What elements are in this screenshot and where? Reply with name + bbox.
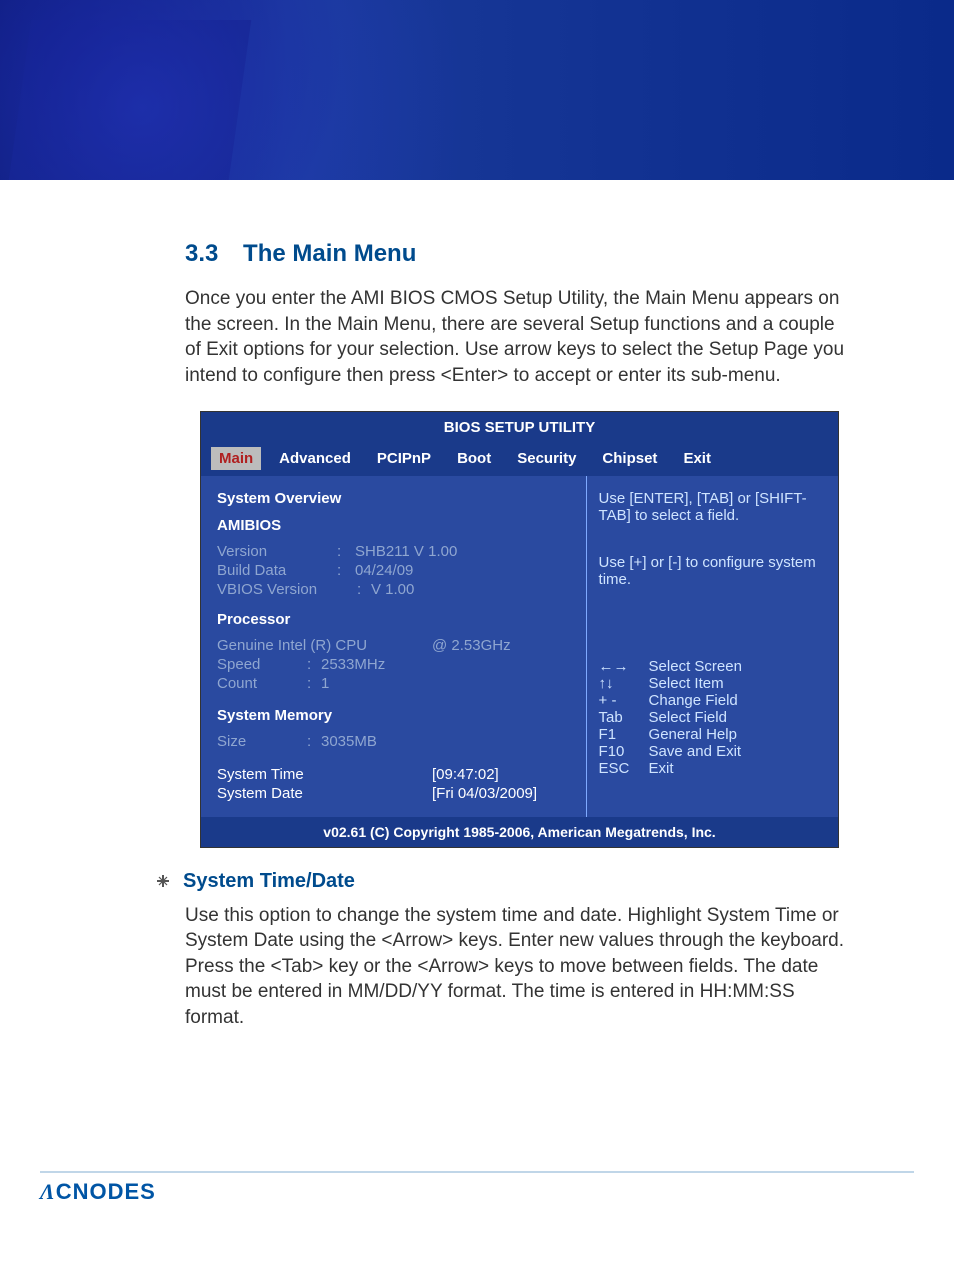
banner-decor <box>9 20 251 180</box>
nav-key-f1: F1 <box>599 726 649 743</box>
tab-chipset[interactable]: Chipset <box>594 447 665 470</box>
nav-lbl-save-exit: Save and Exit <box>649 743 742 760</box>
nav-key-plusminus: + - <box>599 692 649 709</box>
nav-lbl-change-field: Change Field <box>649 692 738 709</box>
speed-value: 2533MHz <box>321 656 570 673</box>
section-number: 3.3 <box>185 240 218 267</box>
version-label: Version <box>217 543 337 560</box>
nav-lbl-exit: Exit <box>649 760 674 777</box>
processor-label: Processor <box>217 611 570 628</box>
bullet-icon <box>155 873 171 889</box>
nav-key-f10: F10 <box>599 743 649 760</box>
sep: : <box>307 675 321 692</box>
system-time-label[interactable]: System Time <box>217 766 432 783</box>
footer-rule <box>40 1171 914 1173</box>
cross-icon <box>156 874 170 888</box>
cpu-freq: @ 2.53GHz <box>432 637 511 654</box>
tab-advanced[interactable]: Advanced <box>271 447 359 470</box>
page-footer: ΛCNODES <box>0 1171 954 1265</box>
subheading-row: System Time/Date <box>155 870 854 893</box>
build-data-value: 04/24/09 <box>355 562 570 579</box>
nav-lbl-select-screen: Select Screen <box>649 658 742 675</box>
help-text-1: Use [ENTER], [TAB] or [SHIFT-TAB] to sel… <box>599 490 826 524</box>
bios-footer: v02.61 (C) Copyright 1985-2006, American… <box>201 817 838 847</box>
amibios-label: AMIBIOS <box>217 517 570 534</box>
bios-screenshot: BIOS SETUP UTILITY Main Advanced PCIPnP … <box>200 411 839 848</box>
sep: : <box>357 581 371 598</box>
system-time-value[interactable]: [09:47:02] <box>432 766 499 783</box>
bios-right-panel: Use [ENTER], [TAB] or [SHIFT-TAB] to sel… <box>587 476 838 817</box>
sep: : <box>337 562 355 579</box>
system-date-value[interactable]: [Fri 04/03/2009] <box>432 785 537 802</box>
vbios-value: V 1.00 <box>371 581 570 598</box>
nav-help: ←→Select Screen ↑↓Select Item + -Change … <box>599 658 826 777</box>
nav-key-esc: ESC <box>599 760 649 777</box>
sep: : <box>307 656 321 673</box>
brand-text: CNODES <box>56 1179 156 1204</box>
brand-logo: ΛCNODES <box>40 1179 914 1205</box>
nav-lbl-general-help: General Help <box>649 726 737 743</box>
size-value: 3035MB <box>321 733 570 750</box>
nav-key-arrows-lr: ←→ <box>599 658 649 675</box>
nav-key-tab: Tab <box>599 709 649 726</box>
brand-lambda-icon: Λ <box>40 1179 56 1204</box>
header-banner <box>0 0 954 180</box>
count-label: Count <box>217 675 307 692</box>
bios-left-panel: System Overview AMIBIOS Version : SHB211… <box>201 476 587 817</box>
bios-title: BIOS SETUP UTILITY <box>201 412 838 443</box>
count-value: 1 <box>321 675 570 692</box>
nav-lbl-select-item: Select Item <box>649 675 724 692</box>
nav-lbl-select-field: Select Field <box>649 709 727 726</box>
vbios-label: VBIOS Version <box>217 581 357 598</box>
speed-label: Speed <box>217 656 307 673</box>
nav-key-arrows-ud: ↑↓ <box>599 675 649 692</box>
system-date-label[interactable]: System Date <box>217 785 432 802</box>
sub-paragraph: Use this option to change the system tim… <box>185 903 854 1031</box>
tab-boot[interactable]: Boot <box>449 447 499 470</box>
system-overview-label: System Overview <box>217 490 570 507</box>
tab-security[interactable]: Security <box>509 447 584 470</box>
bios-body: System Overview AMIBIOS Version : SHB211… <box>201 476 838 817</box>
sep: : <box>307 733 321 750</box>
tab-exit[interactable]: Exit <box>675 447 719 470</box>
build-data-label: Build Data <box>217 562 337 579</box>
page-content: 3.3 The Main Menu Once you enter the AMI… <box>0 190 954 1051</box>
section-heading: 3.3 The Main Menu <box>185 240 854 268</box>
bios-tabs: Main Advanced PCIPnP Boot Security Chips… <box>201 443 838 476</box>
cpu-name: Genuine Intel (R) CPU <box>217 637 432 654</box>
size-label: Size <box>217 733 307 750</box>
tab-main[interactable]: Main <box>211 447 261 470</box>
sub-heading: System Time/Date <box>183 870 355 893</box>
sep: : <box>337 543 355 560</box>
intro-paragraph: Once you enter the AMI BIOS CMOS Setup U… <box>185 286 854 389</box>
section-title: The Main Menu <box>243 240 416 267</box>
tab-pcipnp[interactable]: PCIPnP <box>369 447 439 470</box>
help-text-2: Use [+] or [-] to configure system time. <box>599 554 826 588</box>
version-value: SHB211 V 1.00 <box>355 543 570 560</box>
memory-label: System Memory <box>217 707 570 724</box>
